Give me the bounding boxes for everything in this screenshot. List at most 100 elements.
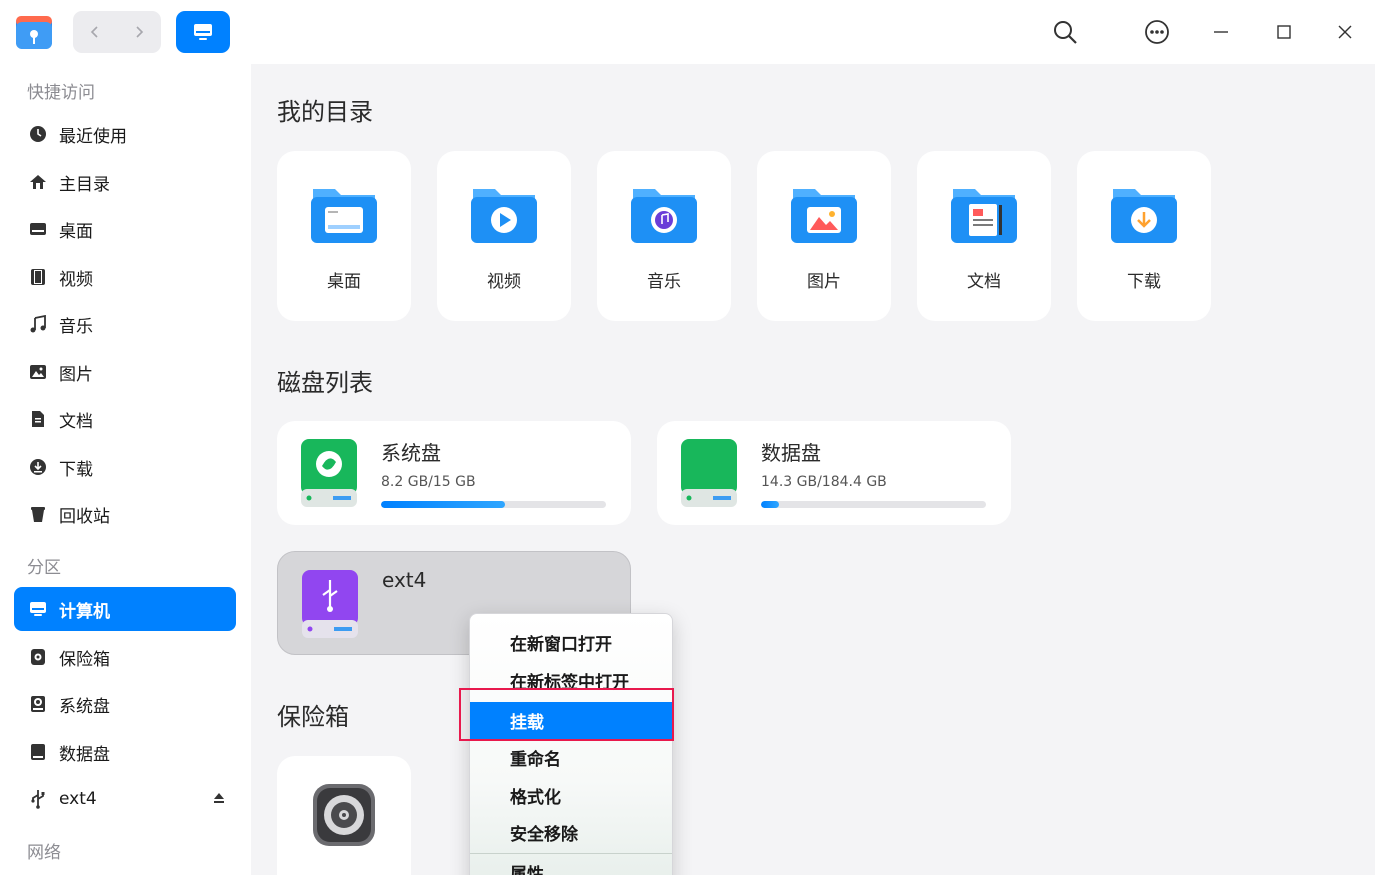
- usb-icon: [28, 789, 48, 809]
- disk-usage-fill: [761, 501, 779, 508]
- disk-size: 14.3 GB/184.4 GB: [761, 474, 887, 490]
- sidebar-item-downloads[interactable]: 下载: [14, 445, 236, 489]
- folder-card-downloads[interactable]: 下载: [1077, 151, 1211, 321]
- folder-label: 桌面: [327, 272, 361, 292]
- search-icon: [1054, 21, 1077, 44]
- video-folder-icon: [469, 183, 539, 245]
- sidebar-item-recent[interactable]: 最近使用: [14, 112, 236, 156]
- minimize-icon: [1214, 31, 1228, 33]
- sidebar-item-home[interactable]: 主目录: [14, 160, 236, 204]
- folder-label: 图片: [807, 272, 841, 292]
- music-folder-icon: [629, 183, 699, 245]
- sidebar-item-label: 回收站: [59, 506, 110, 527]
- maximize-button[interactable]: [1268, 16, 1300, 48]
- close-button[interactable]: [1329, 16, 1361, 48]
- sidebar-item-label: 视频: [59, 269, 93, 290]
- desktop-folder-icon: [309, 183, 379, 245]
- trash-icon: [28, 504, 48, 524]
- sidebar-item-videos[interactable]: 视频: [14, 255, 236, 299]
- title-bar: [0, 0, 1375, 64]
- folder-card-music[interactable]: 音乐: [597, 151, 731, 321]
- sidebar: 快捷访问 最近使用 主目录 桌面 视频 音乐 图片 文档 下载 回收站 分区 计…: [0, 64, 251, 875]
- menu-item-open-in-new-tab[interactable]: 在新标签中打开: [470, 662, 672, 699]
- documents-folder-icon: [949, 183, 1019, 245]
- section-title-vault: 保险箱: [277, 703, 349, 731]
- sidebar-section-network: 网络: [27, 843, 61, 863]
- forward-arrow-icon: [136, 26, 144, 38]
- disk-name: 数据盘: [761, 441, 821, 465]
- back-button[interactable]: [73, 11, 117, 53]
- menu-item-safely-remove[interactable]: 安全移除: [470, 814, 672, 851]
- navigation-group: [73, 11, 161, 53]
- desktop-icon: [28, 219, 48, 239]
- sidebar-item-label: 主目录: [59, 174, 110, 195]
- sidebar-item-pictures[interactable]: 图片: [14, 350, 236, 394]
- vault-card[interactable]: [277, 756, 411, 875]
- disk-card-system[interactable]: 系统盘 8.2 GB/15 GB: [277, 421, 631, 525]
- sidebar-item-system-disk[interactable]: 系统盘: [14, 682, 236, 726]
- sidebar-item-ext4[interactable]: ext4: [14, 777, 236, 821]
- sidebar-item-data-disk[interactable]: 数据盘: [14, 730, 236, 774]
- more-menu-button[interactable]: [1141, 16, 1173, 48]
- home-icon: [28, 172, 48, 192]
- music-note-icon: [28, 314, 48, 334]
- sidebar-item-label: 数据盘: [59, 744, 110, 765]
- context-menu: 在新窗口打开 在新标签中打开 挂载 重命名 格式化 安全移除 属性: [469, 613, 673, 875]
- data-disk-icon: [28, 742, 48, 762]
- system-disk-icon: [28, 694, 48, 714]
- vault-icon: [28, 647, 48, 667]
- system-drive-icon: [299, 439, 359, 509]
- folder-card-documents[interactable]: 文档: [917, 151, 1051, 321]
- maximize-icon: [1277, 25, 1291, 39]
- sidebar-section-quick-access: 快捷访问: [27, 83, 95, 103]
- usb-drive-icon: [300, 570, 360, 640]
- sidebar-item-label: 最近使用: [59, 126, 127, 147]
- sidebar-item-desktop[interactable]: 桌面: [14, 207, 236, 251]
- sidebar-item-computer[interactable]: 计算机: [14, 587, 236, 631]
- folder-label: 文档: [967, 272, 1001, 292]
- search-button[interactable]: [1049, 16, 1081, 48]
- eject-icon[interactable]: [212, 790, 226, 806]
- minimize-button[interactable]: [1205, 16, 1237, 48]
- sidebar-item-label: 图片: [59, 364, 93, 385]
- disk-usage-fill: [381, 501, 505, 508]
- menu-item-format[interactable]: 格式化: [470, 777, 672, 814]
- sidebar-item-label: 桌面: [59, 221, 93, 242]
- computer-icon: [28, 599, 48, 619]
- safe-icon: [311, 782, 377, 848]
- disk-card-data[interactable]: 数据盘 14.3 GB/184.4 GB: [657, 421, 1011, 525]
- disk-usage-bar: [761, 501, 986, 508]
- document-icon: [28, 409, 48, 429]
- sidebar-item-trash[interactable]: 回收站: [14, 492, 236, 536]
- menu-item-properties[interactable]: 属性: [470, 854, 672, 875]
- sidebar-item-label: 音乐: [59, 316, 93, 337]
- disk-name: 系统盘: [381, 441, 441, 465]
- menu-item-mount[interactable]: 挂载: [470, 702, 672, 739]
- image-icon: [28, 362, 48, 382]
- more-menu-icon: [1145, 20, 1169, 44]
- sidebar-item-label: 下载: [59, 459, 93, 480]
- section-title-disk-list: 磁盘列表: [277, 369, 373, 397]
- sidebar-item-label: 文档: [59, 411, 93, 432]
- forward-button[interactable]: [117, 11, 161, 53]
- section-title-my-directories: 我的目录: [277, 98, 373, 126]
- sidebar-item-vault[interactable]: 保险箱: [14, 635, 236, 679]
- data-drive-icon: [679, 439, 739, 509]
- sidebar-item-label: 计算机: [59, 601, 110, 622]
- file-manager-logo: [14, 12, 54, 52]
- menu-item-open-in-new-window[interactable]: 在新窗口打开: [470, 624, 672, 661]
- folder-card-pictures[interactable]: 图片: [757, 151, 891, 321]
- folder-label: 音乐: [647, 272, 681, 292]
- computer-icon: [194, 24, 212, 40]
- folder-card-videos[interactable]: 视频: [437, 151, 571, 321]
- sidebar-item-label: 保险箱: [59, 649, 110, 670]
- menu-item-rename[interactable]: 重命名: [470, 739, 672, 776]
- downloads-folder-icon: [1109, 183, 1179, 245]
- sidebar-section-partitions: 分区: [27, 558, 61, 578]
- sidebar-item-documents[interactable]: 文档: [14, 397, 236, 441]
- sidebar-item-music[interactable]: 音乐: [14, 302, 236, 346]
- back-arrow-icon: [90, 26, 98, 38]
- download-icon: [28, 457, 48, 477]
- computer-crumb-button[interactable]: [176, 11, 230, 53]
- folder-card-desktop[interactable]: 桌面: [277, 151, 411, 321]
